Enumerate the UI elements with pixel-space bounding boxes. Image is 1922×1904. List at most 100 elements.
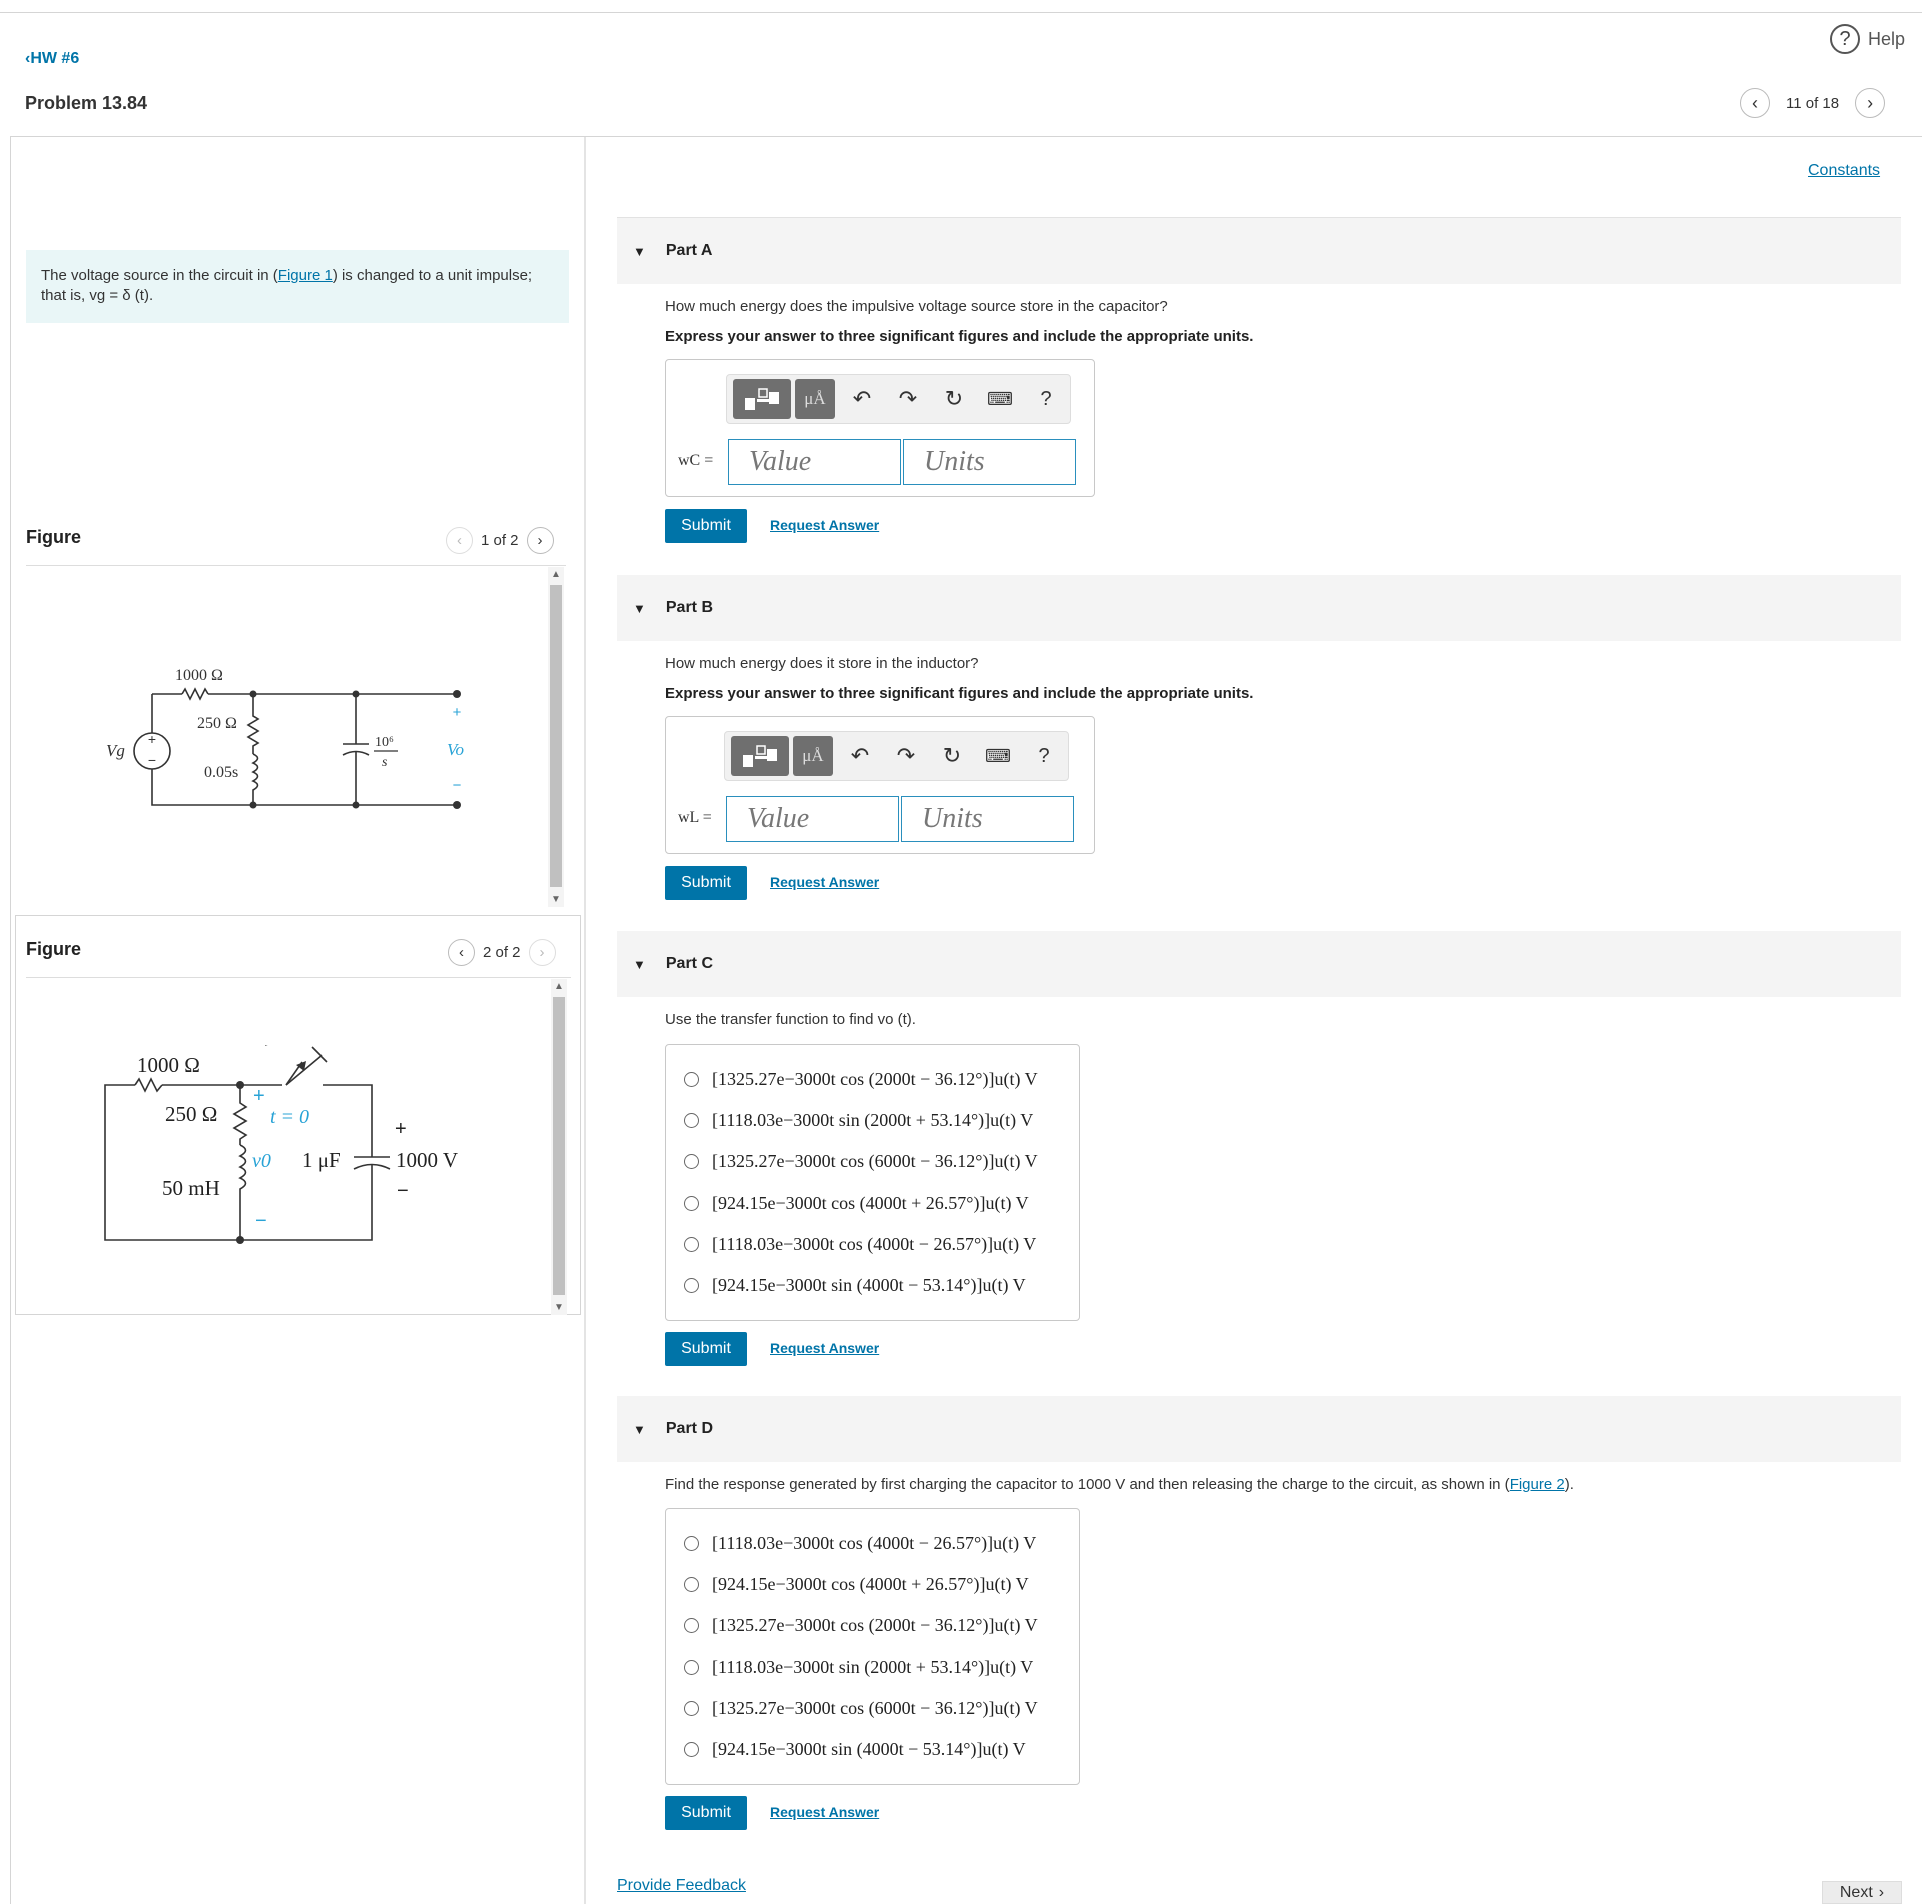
- next-problem-button[interactable]: ›: [1855, 88, 1886, 118]
- templates-button[interactable]: [731, 736, 789, 776]
- fig1-inductor-label: 0.05s: [204, 764, 238, 781]
- next-button[interactable]: Next ›: [1822, 1881, 1902, 1904]
- part-b-header[interactable]: ▼ Part B: [617, 575, 1901, 641]
- figure-1-position: 1 of 2: [481, 532, 519, 549]
- units-button[interactable]: μÅ: [795, 379, 835, 419]
- left-border: [10, 137, 11, 1904]
- radio-button[interactable]: [684, 1700, 699, 1716]
- templates-button[interactable]: [733, 379, 791, 419]
- radio-button[interactable]: [684, 1659, 699, 1675]
- previous-problem-button[interactable]: ‹: [1740, 88, 1770, 118]
- part-d-submit-button[interactable]: Submit: [665, 1796, 747, 1830]
- radio-button[interactable]: [684, 1742, 699, 1758]
- reset-icon[interactable]: ↻: [929, 743, 975, 769]
- column-divider: [584, 137, 586, 1904]
- units-button[interactable]: μÅ: [793, 736, 833, 776]
- fig1-resistor-250-label: 250 Ω: [197, 715, 237, 732]
- part-a-submit-button[interactable]: Submit: [665, 509, 747, 543]
- collapse-triangle-icon: ▼: [633, 1421, 646, 1437]
- part-d-question: Find the response generated by first cha…: [665, 1476, 1574, 1493]
- figure-1-rule: [26, 565, 566, 566]
- part-a-value-input[interactable]: Value: [728, 439, 901, 485]
- figure-prev-button[interactable]: ‹: [446, 527, 473, 554]
- figure-next-button[interactable]: ›: [526, 527, 554, 554]
- figure-1-scrollbar[interactable]: ▲ ▼: [548, 567, 564, 907]
- part-d-request-answer-link[interactable]: Request Answer: [770, 1804, 879, 1820]
- fig2-capacitor-label: 1 μF: [302, 1148, 341, 1172]
- reset-icon[interactable]: ↻: [931, 386, 977, 412]
- part-b-math-toolbar: μÅ ↶ ↷ ↻ ⌨ ?: [724, 731, 1069, 781]
- part-b-variable-label: wL =: [678, 809, 712, 826]
- redo-icon[interactable]: ↷: [883, 743, 929, 769]
- part-b-answer-box: μÅ ↶ ↷ ↻ ⌨ ? wL = Value Units: [665, 716, 1095, 854]
- part-a-request-answer-link[interactable]: Request Answer: [770, 517, 879, 533]
- c-option[interactable]: [1118.03e−3000t cos (4000t − 26.57°)]u(t…: [666, 1224, 1079, 1265]
- part-c-submit-button[interactable]: Submit: [665, 1332, 747, 1366]
- figure-2-link[interactable]: Figure 2: [1510, 1476, 1565, 1493]
- radio-button[interactable]: [684, 1154, 699, 1170]
- option-label: [1118.03e−3000t cos (4000t − 26.57°)]u(t…: [712, 1533, 1037, 1554]
- d-option[interactable]: [924.15e−3000t cos (4000t + 26.57°)]u(t)…: [666, 1564, 1079, 1605]
- provide-feedback-link[interactable]: Provide Feedback: [617, 1877, 746, 1895]
- c-option[interactable]: [1325.27e−3000t cos (2000t − 36.12°)]u(t…: [666, 1059, 1079, 1100]
- c-option[interactable]: [924.15e−3000t cos (4000t + 26.57°)]u(t)…: [666, 1183, 1079, 1224]
- part-b-question: How much energy does it store in the ind…: [665, 655, 979, 672]
- part-a-header[interactable]: ▼ Part A: [617, 218, 1901, 284]
- part-b-submit-button[interactable]: Submit: [665, 866, 747, 900]
- d-option[interactable]: [924.15e−3000t sin (4000t − 53.14°)]u(t)…: [666, 1729, 1079, 1770]
- fig2-v0-label: v0: [252, 1150, 271, 1172]
- keyboard-icon[interactable]: ⌨: [975, 746, 1021, 767]
- figure-2-rule: [26, 977, 571, 978]
- radio-button[interactable]: [684, 1195, 699, 1211]
- fig1-capacitor-denominator: s: [382, 755, 388, 770]
- top-border: [0, 12, 1922, 13]
- figure-1-link[interactable]: Figure 1: [278, 267, 333, 284]
- c-option[interactable]: [924.15e−3000t sin (4000t − 53.14°)]u(t)…: [666, 1265, 1079, 1306]
- part-a-instruction: Express your answer to three significant…: [665, 328, 1254, 345]
- radio-button[interactable]: [684, 1113, 699, 1129]
- part-d-title: Part D: [665, 1420, 713, 1437]
- help-question-icon[interactable]: ?: [1021, 745, 1067, 768]
- problem-intro: The voltage source in the circuit in (Fi…: [26, 250, 569, 323]
- radio-button[interactable]: [684, 1072, 699, 1088]
- undo-icon[interactable]: ↶: [839, 386, 885, 412]
- redo-icon[interactable]: ↷: [885, 386, 931, 412]
- radio-button[interactable]: [684, 1577, 699, 1593]
- part-d-header[interactable]: ▼ Part D: [617, 1396, 1901, 1462]
- intro-line-1: The voltage source in the circuit in (Fi…: [41, 267, 533, 284]
- radio-button[interactable]: [684, 1536, 699, 1552]
- constants-link[interactable]: Constants: [1808, 162, 1880, 180]
- fig2-voltage-label: 1000 V: [396, 1148, 458, 1172]
- d-option[interactable]: [1325.27e−3000t cos (6000t − 36.12°)]u(t…: [666, 1688, 1079, 1729]
- fig1-capacitor-numerator: 10⁶: [375, 735, 394, 750]
- figure-next-button-2[interactable]: ›: [528, 939, 556, 966]
- part-a-units-input[interactable]: Units: [903, 439, 1076, 485]
- option-label: [1325.27e−3000t cos (2000t − 36.12°)]u(t…: [712, 1615, 1038, 1636]
- help-question-icon[interactable]: ?: [1023, 388, 1069, 411]
- back-to-assignment-link[interactable]: ‹HW #6: [25, 50, 79, 68]
- part-b-value-input[interactable]: Value: [726, 796, 899, 842]
- part-b-request-answer-link[interactable]: Request Answer: [770, 874, 879, 890]
- radio-button[interactable]: [684, 1236, 699, 1252]
- c-option[interactable]: [1118.03e−3000t sin (2000t + 53.14°)]u(t…: [666, 1100, 1079, 1141]
- figure-1-scroll-thumb[interactable]: [550, 585, 562, 887]
- help-button[interactable]: ? Help: [1830, 24, 1905, 54]
- radio-button[interactable]: [684, 1278, 699, 1294]
- part-c-request-answer-link[interactable]: Request Answer: [770, 1340, 879, 1356]
- c-option[interactable]: [1325.27e−3000t cos (6000t − 36.12°)]u(t…: [666, 1141, 1079, 1182]
- radio-button[interactable]: [684, 1618, 699, 1634]
- fig2-capacitor-plus: +: [395, 1118, 407, 1140]
- d-option[interactable]: [1118.03e−3000t sin (2000t + 53.14°)]u(t…: [666, 1647, 1079, 1688]
- part-a-answer-box: μÅ ↶ ↷ ↻ ⌨ ? wC = Value Units: [665, 359, 1095, 497]
- d-option[interactable]: [1118.03e−3000t cos (4000t − 26.57°)]u(t…: [666, 1523, 1079, 1564]
- undo-icon[interactable]: ↶: [837, 743, 883, 769]
- keyboard-icon[interactable]: ⌨: [977, 389, 1023, 410]
- figure-2-scroll-thumb[interactable]: [553, 997, 565, 1295]
- figure-prev-button-2[interactable]: ‹: [448, 939, 475, 966]
- collapse-triangle-icon: ▼: [633, 956, 646, 972]
- part-a-variable-label: wC =: [678, 452, 714, 469]
- figure-2-scrollbar[interactable]: ▲ ▼: [551, 979, 567, 1315]
- part-b-units-input[interactable]: Units: [901, 796, 1074, 842]
- d-option[interactable]: [1325.27e−3000t cos (2000t − 36.12°)]u(t…: [666, 1605, 1079, 1646]
- part-c-header[interactable]: ▼ Part C: [617, 931, 1901, 997]
